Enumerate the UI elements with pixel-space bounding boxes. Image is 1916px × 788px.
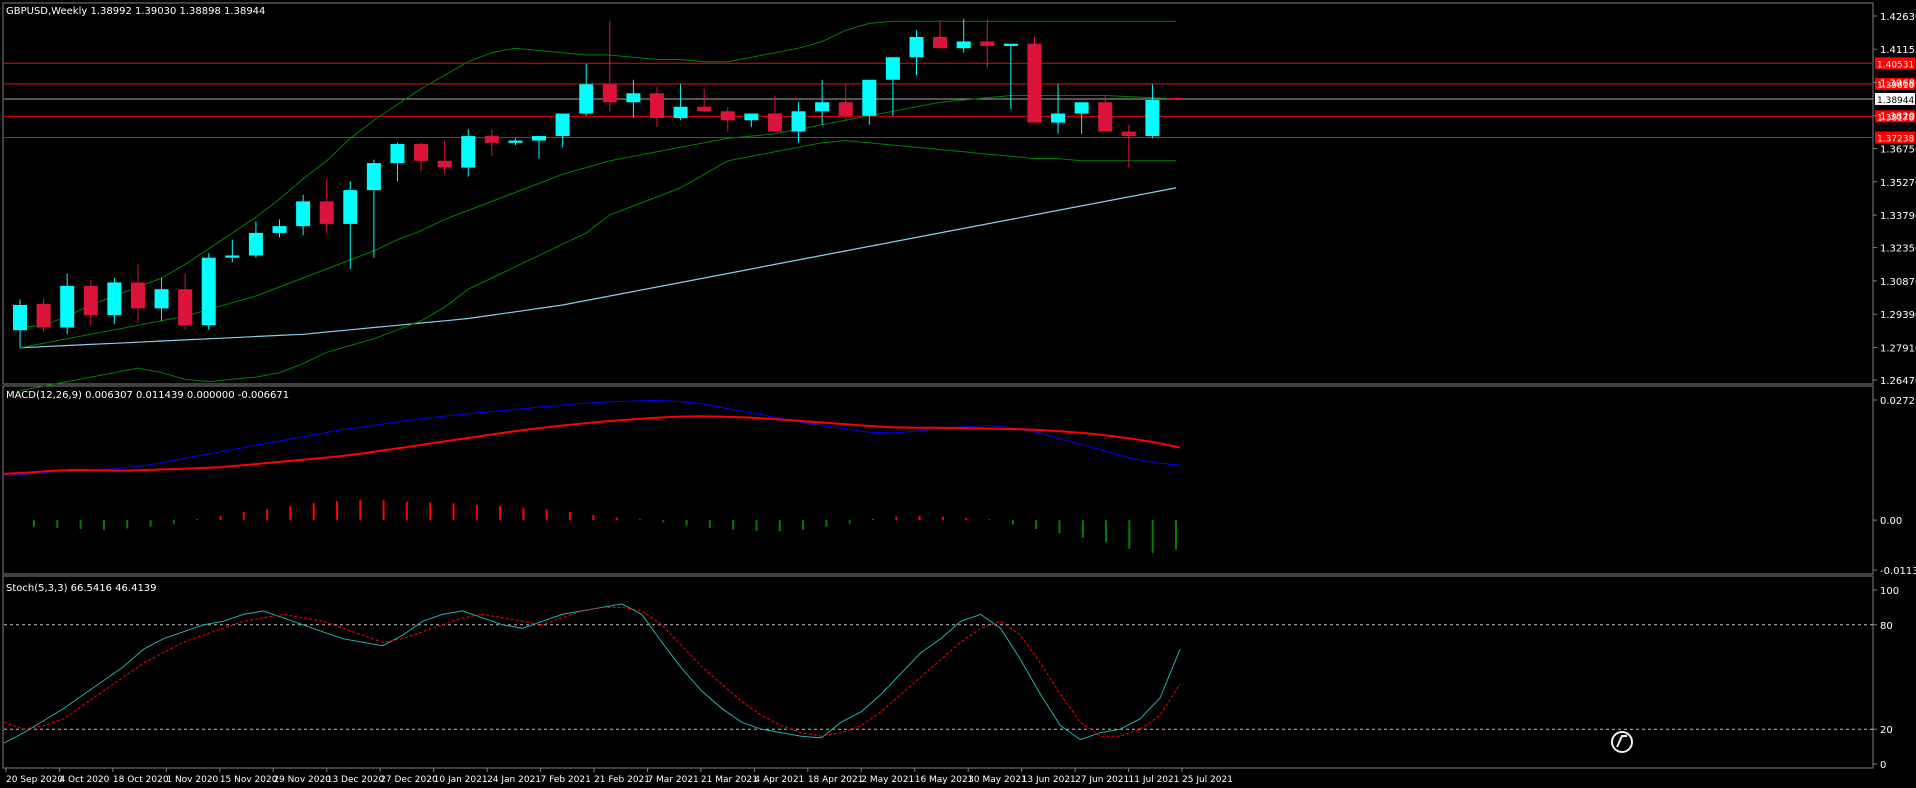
candle-body	[626, 93, 641, 103]
stoch-y-tick-label: 20	[1880, 725, 1893, 736]
x-tick-label: 29 Nov 2020	[273, 775, 331, 785]
x-tick-label: 7 Feb 2021	[541, 775, 591, 785]
candle-body	[60, 285, 75, 328]
candle-body	[272, 226, 287, 233]
candle-body	[461, 136, 476, 168]
macd-y-tick-label: 0.00	[1880, 516, 1902, 527]
stoch-y-tick-label: 80	[1880, 621, 1893, 632]
candle-body	[1051, 113, 1066, 123]
price-panel-title: GBPUSD,Weekly 1.38992 1.39030 1.38898 1.…	[6, 6, 265, 17]
x-tick-label: 24 Jan 2021	[487, 775, 541, 785]
x-tick-label: 1 Nov 2020	[166, 775, 218, 785]
x-tick-label: 13 Dec 2020	[327, 775, 385, 785]
x-tick-label: 30 May 2021	[968, 775, 1027, 785]
stoch-y-tick-label: 100	[1880, 586, 1899, 597]
price-y-tick-label: 1.35270	[1880, 178, 1916, 189]
candle-body	[838, 102, 853, 116]
candle-body	[744, 113, 759, 121]
current-price-label: 1.38944	[1877, 96, 1914, 106]
candle-body	[980, 41, 995, 46]
candle-body	[154, 289, 169, 309]
price-y-tick-label: 1.32350	[1880, 244, 1916, 255]
macd-y-tick-label: 0.027285	[1880, 396, 1916, 407]
x-tick-label: 7 Mar 2021	[647, 775, 698, 785]
candle-body	[484, 136, 499, 143]
candle-body	[319, 201, 334, 224]
candle-body	[1003, 43, 1018, 46]
candle-body	[1169, 97, 1183, 100]
candle-body	[107, 282, 122, 316]
candle-body	[602, 84, 617, 103]
candle-body	[720, 111, 735, 121]
candle-body	[36, 303, 51, 328]
x-tick-label: 11 Jul 2021	[1129, 775, 1180, 785]
x-tick-label: 18 Apr 2021	[808, 775, 864, 785]
price-y-tick-label: 1.39680	[1880, 78, 1916, 89]
candle-body	[1121, 131, 1136, 137]
price-y-tick-label: 1.36750	[1880, 144, 1916, 155]
chart-stage: GBPUSD,Weekly 1.38992 1.39030 1.38898 1.…	[0, 0, 1916, 788]
candle-body	[815, 102, 830, 112]
price-y-tick-label: 1.41155	[1880, 45, 1916, 56]
candle-body	[933, 36, 948, 49]
candle-body	[508, 140, 523, 143]
candle-body	[909, 36, 924, 58]
x-tick-label: 21 Feb 2021	[594, 775, 650, 785]
x-tick-label: 13 Jun 2021	[1022, 775, 1076, 785]
x-tick-label: 18 Oct 2020	[113, 775, 169, 785]
candle-body	[13, 304, 27, 331]
price-y-tick-label: 1.29390	[1880, 310, 1916, 321]
price-y-tick-label: 1.26470	[1880, 376, 1916, 387]
candle-body	[225, 255, 240, 258]
candle-body	[414, 143, 429, 161]
candle-body	[130, 282, 145, 309]
x-tick-label: 4 Apr 2021	[754, 775, 804, 785]
candle-body	[296, 201, 311, 227]
x-tick-label: 10 Jan 2021	[434, 775, 488, 785]
candle-body	[956, 41, 971, 49]
stoch-y-tick-label: 0	[1880, 760, 1886, 771]
price-hline-tag-label: 1.37238	[1877, 134, 1914, 144]
candle-body	[1027, 43, 1042, 123]
candle-body	[697, 106, 712, 112]
candle-body	[862, 79, 877, 116]
candle-body	[767, 113, 782, 132]
x-tick-label: 16 May 2021	[915, 775, 974, 785]
candle-body	[178, 289, 193, 326]
x-tick-label: 4 Oct 2020	[59, 775, 109, 785]
candle-body	[791, 111, 806, 132]
price-y-tick-label: 1.42630	[1880, 12, 1916, 23]
price-y-tick-label: 1.30870	[1880, 277, 1916, 288]
candle-body	[1098, 102, 1113, 132]
candle-body	[579, 84, 594, 114]
price-y-tick-label: 1.27910	[1880, 344, 1916, 355]
candle-body	[366, 163, 381, 191]
candle-body	[532, 136, 547, 141]
x-tick-label: 20 Sep 2020	[6, 775, 63, 785]
candle-body	[885, 57, 900, 80]
candle-body	[390, 143, 405, 164]
macd-y-tick-label: -0.011331	[1880, 566, 1916, 577]
candle-body	[649, 93, 664, 119]
candle-body	[437, 160, 452, 168]
x-tick-label: 21 Mar 2021	[701, 775, 758, 785]
candle-body	[201, 257, 216, 326]
price-y-tick-label: 1.38205	[1880, 112, 1916, 123]
price-hline-tag-label: 1.40531	[1877, 60, 1914, 70]
candle-body	[83, 285, 98, 316]
x-tick-label: 27 Dec 2020	[380, 775, 438, 785]
x-tick-label: 25 Jul 2021	[1182, 775, 1233, 785]
x-tick-label: 2 May 2021	[861, 775, 914, 785]
x-tick-label: 27 Jun 2021	[1075, 775, 1129, 785]
candle-body	[343, 190, 358, 224]
candle-body	[673, 106, 688, 119]
candle-body	[1145, 100, 1160, 137]
price-y-tick-label: 1.33790	[1880, 211, 1916, 222]
stoch-panel-title: Stoch(5,3,3) 66.5416 46.4139	[6, 583, 157, 594]
x-tick-label: 15 Nov 2020	[220, 775, 278, 785]
candle-body	[555, 113, 570, 137]
candle-body	[1074, 102, 1089, 114]
candle-body	[248, 232, 263, 256]
macd-panel-title: MACD(12,26,9) 0.006307 0.011439 0.000000…	[6, 390, 289, 401]
